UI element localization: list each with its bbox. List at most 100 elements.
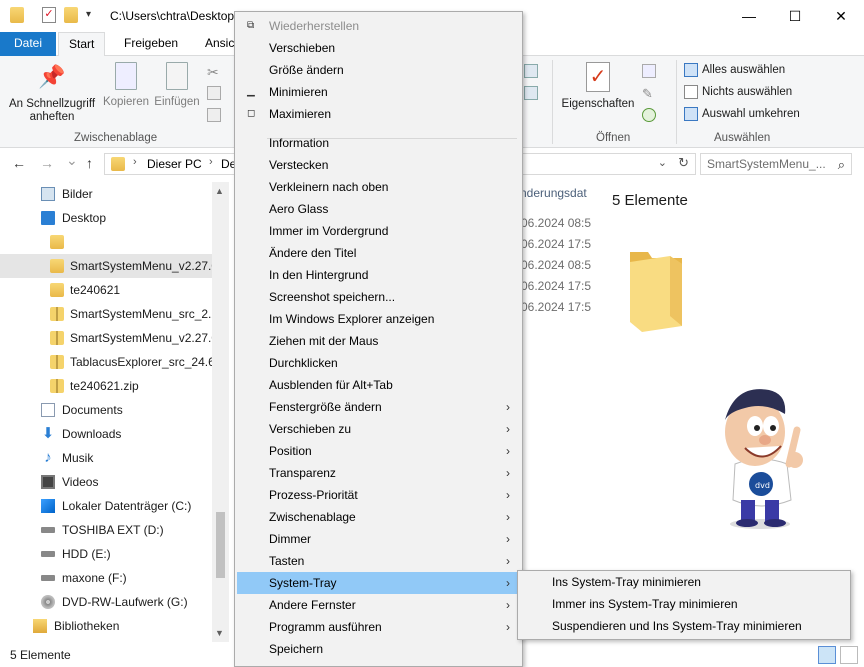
nav-item-folder[interactable] (0, 230, 212, 254)
menu-item-save-screenshot[interactable]: Screenshot speichern... (237, 286, 520, 308)
edit-icon[interactable]: ✎ (642, 86, 656, 101)
breadcrumb-dieser-pc[interactable]: Dieser PC (147, 157, 202, 171)
back-button[interactable]: ← (12, 155, 26, 171)
menu-item-drag-by-mouse[interactable]: Ziehen mit der Maus (237, 330, 520, 352)
select-all-icon (684, 63, 698, 77)
menu-item-other-windows[interactable]: Andere Fernster › (237, 594, 520, 616)
breadcrumb-separator-icon[interactable]: › (209, 156, 213, 168)
forward-button[interactable]: → (40, 155, 54, 171)
refresh-icon[interactable]: ↻ (678, 155, 689, 171)
submenu-item-suspend-and-minimize[interactable]: Suspendieren und Ins System-Tray minimie… (520, 615, 848, 637)
menu-item-hide-alt-tab[interactable]: Ausblenden für Alt+Tab (237, 374, 520, 396)
maximize-button[interactable]: ☐ (772, 0, 818, 32)
submenu-item-minimize-to-tray[interactable]: Ins System-Tray minimieren (520, 571, 848, 593)
scroll-up-icon[interactable]: ▲ (215, 186, 224, 196)
nav-item-bibliotheken[interactable]: Bibliotheken (0, 614, 212, 638)
nav-item-smartsystemmenu-folder[interactable]: SmartSystemMenu_v2.27.0 (0, 254, 212, 278)
pin-quick-access-button[interactable]: 📌 An Schnellzugriff anheften (6, 62, 98, 124)
menu-item-save[interactable]: Speichern (237, 638, 520, 660)
nav-item-smartsystemmenu-zip[interactable]: SmartSystemMenu_v2.27.0 (0, 326, 212, 350)
menu-item-keys[interactable]: Tasten › (237, 550, 520, 572)
menu-item-window-size[interactable]: Fenstergröße ändern › (237, 396, 520, 418)
address-dropdown-icon[interactable]: ⌄ (658, 156, 667, 169)
breadcrumb-arrow-icon[interactable]: › (133, 156, 137, 168)
menu-item-move-to[interactable]: Verschieben zu › (237, 418, 520, 440)
menu-item-clipboard[interactable]: Zwischenablage › (237, 506, 520, 528)
new-folder-quick-icon[interactable] (64, 7, 78, 23)
up-button[interactable]: ↑ (86, 155, 93, 171)
menu-item-hide[interactable]: Verstecken (237, 154, 520, 176)
menu-item-process-priority[interactable]: Prozess-Priorität › (237, 484, 520, 506)
menu-item-always-on-top[interactable]: Immer im Vordergrund (237, 220, 520, 242)
new-item-icon[interactable] (524, 86, 538, 100)
menu-item-position[interactable]: Position › (237, 440, 520, 462)
nav-item-videos[interactable]: Videos (0, 470, 212, 494)
scrollbar-thumb[interactable] (216, 512, 225, 578)
tab-freigeben[interactable]: Freigeben (114, 32, 188, 56)
menu-item-dimmer[interactable]: Dimmer › (237, 528, 520, 550)
menu-item-system-tray[interactable]: System-Tray › (237, 572, 520, 594)
menu-item-maximize[interactable]: ◻ Maximieren (237, 103, 520, 125)
menu-item-change-title[interactable]: Ändere den Titel (237, 242, 520, 264)
submenu-item-always-minimize-to-tray[interactable]: Immer ins System-Tray minimieren (520, 593, 848, 615)
menu-item-send-to-back[interactable]: In den Hintergrund (237, 264, 520, 286)
menu-item-minimize[interactable]: ▁ Minimieren (237, 81, 520, 103)
details-view-button[interactable] (818, 646, 836, 664)
select-none-button[interactable]: Nichts auswählen (684, 83, 792, 101)
menu-item-move[interactable]: Verschieben (237, 37, 520, 59)
nav-item-bilder[interactable]: Bilder (0, 182, 212, 206)
nav-item-tablacusexplorer-zip[interactable]: TablacusExplorer_src_24.6.2 (0, 350, 212, 374)
search-input[interactable]: SmartSystemMenu_... ⌕ (700, 153, 852, 175)
tab-datei[interactable]: Datei (0, 32, 56, 56)
cut-icon[interactable]: ✂ (207, 64, 221, 80)
nav-item-downloads[interactable]: ⬇ Downloads (0, 422, 212, 446)
quick-access-dropdown-icon[interactable]: ▾ (86, 9, 91, 20)
tab-start[interactable]: Start (58, 32, 106, 57)
copy-button[interactable]: Kopieren (100, 62, 152, 109)
history-icon[interactable] (642, 108, 656, 122)
recent-locations-button[interactable]: ⌄ (66, 152, 78, 169)
nav-item-drive-f[interactable]: maxone (F:) (0, 566, 212, 590)
nav-item-label: TablacusExplorer_src_24.6.2 (70, 355, 212, 369)
nav-item-te240621-folder[interactable]: te240621 (0, 278, 212, 302)
nav-item-desktop[interactable]: Desktop (0, 206, 212, 230)
search-icon[interactable]: ⌕ (838, 155, 845, 175)
properties-button[interactable]: ✓ Eigenschaften (558, 62, 638, 111)
minimize-button[interactable]: — (726, 0, 772, 32)
nav-item-documents[interactable]: Documents (0, 398, 212, 422)
menu-item-restore[interactable]: ⧉ Wiederherstellen (237, 15, 520, 37)
large-icons-view-button[interactable] (840, 646, 858, 664)
close-button[interactable]: ✕ (818, 0, 864, 32)
copy-path-icon[interactable] (207, 86, 221, 100)
select-all-button[interactable]: Alles auswählen (684, 61, 785, 79)
menu-item-open-in-explorer[interactable]: Im Windows Explorer anzeigen (237, 308, 520, 330)
nav-item-drive-d[interactable]: TOSHIBA EXT (D:) (0, 518, 212, 542)
menu-item-label: Programm ausführen (269, 620, 382, 634)
organize-icon[interactable] (524, 64, 538, 78)
invert-selection-button[interactable]: Auswahl umkehren (684, 105, 800, 123)
properties-quick-icon[interactable]: ✓ (42, 7, 56, 23)
paste-button[interactable]: Einfügen (152, 62, 202, 109)
menu-item-resize[interactable]: Größe ändern (237, 59, 520, 81)
nav-item-drive-g[interactable]: DVD-RW-Laufwerk (G:) (0, 590, 212, 614)
navigation-scrollbar[interactable]: ▲ ▼ (212, 182, 229, 642)
paste-shortcut-icon[interactable] (207, 108, 221, 122)
nav-item-label: Bibliotheken (54, 619, 120, 633)
open-icon[interactable] (642, 64, 656, 78)
menu-item-roll-up[interactable]: Verkleinern nach oben (237, 176, 520, 198)
menu-item-information[interactable]: Information (237, 132, 520, 154)
nav-item-label: Lokaler Datenträger (C:) (62, 499, 192, 513)
menu-item-click-through[interactable]: Durchklicken (237, 352, 520, 374)
menu-item-aero-glass[interactable]: Aero Glass (237, 198, 520, 220)
nav-item-drive-c[interactable]: Lokaler Datenträger (C:) (0, 494, 212, 518)
submenu-item-label: Ins System-Tray minimieren (552, 575, 701, 589)
nav-item-te240621-zip[interactable]: te240621.zip (0, 374, 212, 398)
menu-item-transparency[interactable]: Transparenz › (237, 462, 520, 484)
scroll-down-icon[interactable]: ▼ (215, 628, 224, 638)
menu-item-run-program[interactable]: Programm ausführen › (237, 616, 520, 638)
nav-item-smartsystemmenu-src-zip[interactable]: SmartSystemMenu_src_2.27 (0, 302, 212, 326)
column-header-modified[interactable]: nderungsdat (520, 186, 587, 200)
nav-item-drive-e[interactable]: HDD (E:) (0, 542, 212, 566)
menu-item-label: Aero Glass (269, 202, 329, 216)
nav-item-musik[interactable]: ♪ Musik (0, 446, 212, 470)
